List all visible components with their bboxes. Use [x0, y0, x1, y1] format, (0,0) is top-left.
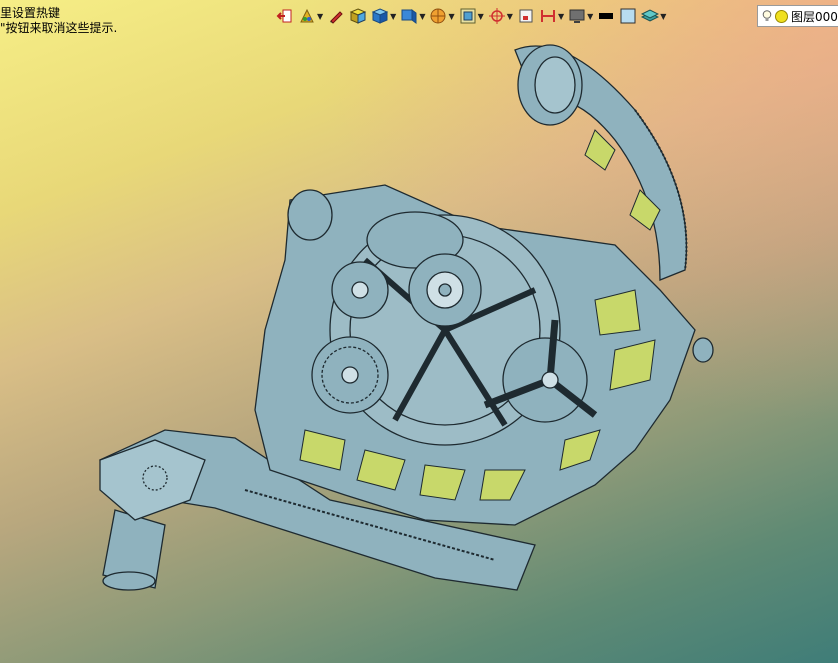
motor-cylinder-end: [102, 571, 156, 591]
left-gear-hub: [341, 366, 359, 384]
toolbar-button-black[interactable]: [597, 5, 615, 27]
blue-cube-icon: [371, 8, 389, 24]
section-icon: [540, 10, 555, 22]
toolbar-button-orientation[interactable]: ▼: [459, 5, 484, 27]
orange-sphere-icon: [430, 8, 446, 24]
layer-name: 图层000: [791, 9, 838, 24]
exit-sketch-icon: [276, 9, 292, 23]
shaded-cube-icon: [349, 8, 367, 24]
hotkey-hint: 里设置热键 "按钮来取消这些提示.: [0, 6, 117, 36]
toolbar-button-appearance[interactable]: ▼: [298, 5, 323, 27]
3d-model[interactable]: [95, 30, 735, 595]
hint-line-2: "按钮来取消这些提示.: [0, 21, 118, 35]
view-toolbar: ▼ ▼ ▼ ▼ ▼ ▼ ▼ ▼ ▼: [276, 4, 670, 28]
toolbar-button-edit[interactable]: [327, 5, 345, 27]
square-icon: [519, 9, 533, 23]
top-cylinder: [287, 189, 333, 241]
monitor-icon: [569, 9, 585, 23]
toolbar-button-exit[interactable]: [276, 5, 294, 27]
layers-icon: [641, 9, 660, 22]
hint-line-1: 里设置热键: [0, 6, 61, 20]
side-roller: [692, 337, 714, 363]
layer-selector[interactable]: 图层000: [757, 5, 838, 27]
toolbar-button-section[interactable]: ▼: [539, 5, 564, 27]
toolbar-button-display-style[interactable]: ▼: [371, 5, 396, 27]
3d-viewport[interactable]: 里设置热键 "按钮来取消这些提示. ▼ ▼ ▼ ▼ ▼ ▼ ▼ ▼ ▼ 图层00…: [0, 0, 838, 663]
black-rect-icon: [599, 13, 614, 19]
lightbulb-icon: [762, 10, 772, 21]
toolbar-button-view[interactable]: ▼: [400, 5, 425, 27]
arm-pulley-inner: [534, 56, 576, 114]
toolbar-button-sphere[interactable]: ▼: [429, 5, 455, 27]
layer-color-icon: [775, 9, 788, 23]
toolbar-button-monitor[interactable]: ▼: [568, 5, 593, 27]
toolbar-button-shaded[interactable]: [349, 5, 367, 27]
view-orient-icon: [460, 8, 476, 24]
rotate-axis-icon: [488, 8, 505, 24]
light-blue-square-icon: [620, 8, 636, 24]
toolbar-button-rotate[interactable]: ▼: [488, 5, 513, 27]
toolbar-button-background[interactable]: [619, 5, 637, 27]
view-cube-icon: [401, 9, 417, 24]
toolbar-button-layers[interactable]: ▼: [641, 5, 666, 27]
pencil-icon: [330, 11, 343, 24]
palette-icon: [300, 8, 314, 23]
toolbar-button-fit[interactable]: [517, 5, 535, 27]
